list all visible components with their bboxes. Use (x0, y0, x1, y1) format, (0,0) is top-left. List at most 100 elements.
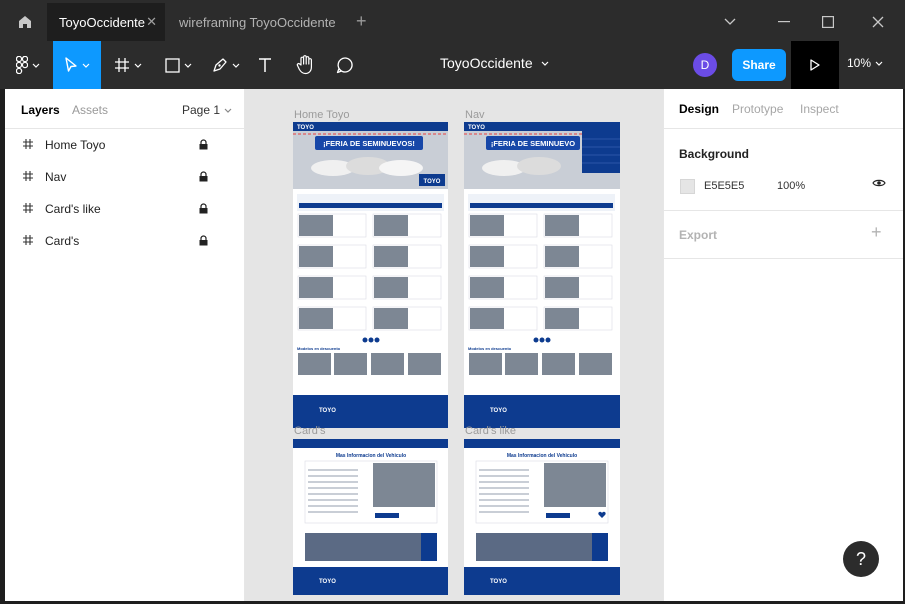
pen-tool-icon (213, 58, 227, 72)
chevron-down-icon (184, 63, 191, 68)
text-tool-icon (259, 58, 271, 72)
lock-icon[interactable] (199, 171, 208, 182)
background-hex-input[interactable]: E5E5E5 (704, 180, 744, 192)
file-name: ToyoOccidente (440, 55, 533, 71)
hash-icon (23, 139, 33, 149)
chevron-down-icon (224, 108, 232, 113)
avatar[interactable]: D (693, 53, 717, 77)
tab-toyooccidente[interactable]: ToyoOccidente ✕ (47, 3, 165, 41)
frame-home-toyo[interactable]: TOYO ¡FERIA DE SEMINUEVOS! TOYO Modelos … (293, 122, 448, 428)
layer-nav[interactable]: Nav (5, 161, 244, 193)
frame-cards[interactable]: Mas Informacion del Vehiculo TOYO (293, 439, 448, 595)
layer-cards-like[interactable]: Card's like (5, 193, 244, 225)
export-section: Export + (664, 211, 903, 259)
nav-section-title: Modelos en descuento (468, 346, 512, 351)
cards-like-detail-title: Mas Informacion del Vehiculo (507, 453, 577, 459)
chevron-down-icon (134, 63, 142, 68)
comment-tool-button[interactable] (327, 41, 363, 89)
background-section: Background E5E5E5 100% (664, 129, 903, 211)
cards-mockup: Mas Informacion del Vehiculo TOYO (293, 439, 448, 595)
tab-design[interactable]: Design (679, 102, 719, 116)
hash-icon (23, 235, 33, 245)
hash-icon (23, 171, 33, 181)
cards-footer-brand: TOYO (319, 579, 336, 585)
toolbar: ToyoOccidente D Share 10% (0, 41, 905, 89)
help-button[interactable]: ? (843, 541, 879, 577)
title-bar: ToyoOccidente ✕ wireframing ToyoOccident… (0, 0, 905, 45)
home-footer-brand: TOYO (319, 408, 336, 414)
lock-icon[interactable] (199, 139, 208, 150)
layer-label: Card's like (45, 202, 101, 216)
home-toyo-mockup: TOYO ¡FERIA DE SEMINUEVOS! TOYO Modelos … (293, 122, 448, 428)
background-title: Background (679, 147, 750, 161)
frame-tool-icon (115, 58, 129, 72)
frame-label-nav[interactable]: Nav (465, 109, 485, 121)
canvas[interactable]: Home Toyo TOYO ¡FERIA DE SEMINUEVOS! TOY… (245, 89, 663, 601)
figma-logo-icon (16, 56, 28, 74)
minimize-icon[interactable] (773, 12, 795, 32)
play-icon (810, 59, 820, 71)
maximize-icon[interactable] (817, 12, 839, 32)
move-tool-icon (65, 57, 77, 72)
home-banner-text: ¡FERIA DE SEMINUEVOS! (323, 139, 415, 148)
plus-icon[interactable]: + (356, 12, 367, 30)
share-button[interactable]: Share (732, 49, 786, 81)
chevron-down-icon[interactable] (719, 12, 741, 32)
nav-brand: TOYO (468, 125, 485, 131)
frame-label-cards[interactable]: Card's (294, 425, 325, 437)
frame-label-cards-like[interactable]: Card's like (465, 425, 516, 437)
lock-icon[interactable] (199, 203, 208, 214)
chevron-down-icon (232, 63, 240, 68)
frame-label-home[interactable]: Home Toyo (294, 109, 349, 121)
pen-tool-button[interactable] (203, 41, 249, 89)
nav-banner-text: ¡FERIA DE SEMINUEVO (491, 139, 575, 148)
shape-tool-button[interactable] (153, 41, 203, 89)
export-title: Export (679, 228, 718, 242)
tab-label: ToyoOccidente (59, 14, 145, 30)
tab-prototype[interactable]: Prototype (732, 102, 783, 116)
chevron-down-icon (82, 63, 90, 68)
zoom-dropdown[interactable]: 10% (847, 56, 883, 70)
frame-tool-button[interactable] (103, 41, 153, 89)
tab-wireframing[interactable]: wireframing ToyoOccidente (167, 3, 347, 41)
chevron-down-icon (875, 61, 883, 66)
lock-icon[interactable] (199, 235, 208, 246)
frame-nav[interactable]: TOYO ¡FERIA DE SEMINUEVO Modelos en desc… (464, 122, 620, 428)
frame-cards-like[interactable]: Mas Informacion del Vehiculo TOYO (464, 439, 620, 595)
page-dropdown[interactable]: Page 1 (182, 103, 232, 117)
file-title[interactable]: ToyoOccidente (440, 55, 549, 71)
tab-label: wireframing ToyoOccidente (179, 14, 336, 30)
hand-tool-button[interactable] (287, 41, 323, 89)
home-button[interactable] (6, 3, 44, 41)
rectangle-tool-icon (164, 57, 180, 73)
present-button[interactable] (791, 41, 839, 89)
layer-label: Nav (45, 170, 67, 184)
background-color-swatch[interactable] (680, 179, 695, 194)
close-icon[interactable]: ✕ (146, 14, 157, 30)
home-nav-brand: TOYO (297, 125, 314, 131)
design-panel-tabs: Design Prototype Inspect (664, 89, 903, 129)
comment-icon (336, 57, 353, 74)
hand-tool-icon (296, 55, 312, 75)
layers-panel: Layers Assets Page 1 Home Toyo Nav Card'… (5, 89, 245, 601)
design-panel: Design Prototype Inspect Background E5E5… (663, 89, 903, 601)
background-opacity-input[interactable]: 100% (777, 180, 805, 192)
move-tool-button[interactable] (53, 41, 101, 89)
plus-icon[interactable]: + (871, 222, 882, 243)
layers-panel-header: Layers Assets Page 1 (5, 89, 244, 129)
layer-home-toyo[interactable]: Home Toyo (5, 129, 244, 161)
layer-cards[interactable]: Card's (5, 225, 244, 257)
text-tool-button[interactable] (249, 41, 281, 89)
nav-mockup: TOYO ¡FERIA DE SEMINUEVO Modelos en desc… (464, 122, 620, 428)
nav-footer-brand: TOYO (490, 408, 507, 414)
tab-inspect[interactable]: Inspect (800, 102, 839, 116)
chevron-down-icon (541, 61, 549, 66)
main-menu-button[interactable] (5, 41, 51, 89)
eye-icon[interactable] (872, 178, 886, 188)
cards-detail-title: Mas Informacion del Vehiculo (336, 453, 406, 459)
tab-layers[interactable]: Layers (21, 103, 60, 117)
layer-label: Home Toyo (45, 138, 106, 152)
tab-assets[interactable]: Assets (72, 103, 108, 117)
home-section-title: Modelos en descuento (297, 346, 341, 351)
close-icon[interactable] (867, 12, 889, 32)
